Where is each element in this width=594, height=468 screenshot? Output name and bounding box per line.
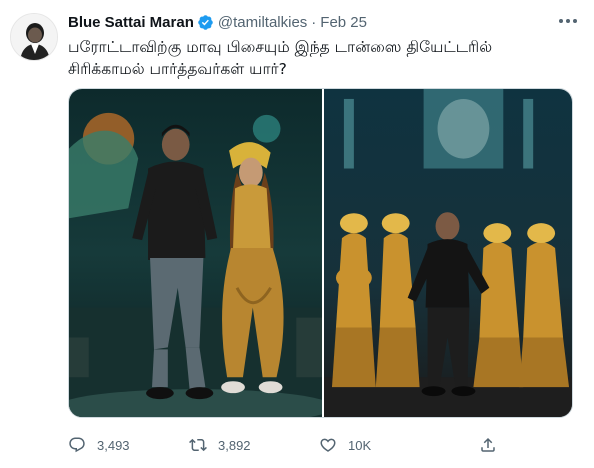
tweet-date[interactable]: Feb 25 xyxy=(320,14,367,31)
reply-icon xyxy=(69,437,85,453)
tweet-text-line: சிரிக்காமல் பார்த்தவர்கள் யார்? xyxy=(68,60,287,78)
reply-button[interactable]: 3,493 xyxy=(68,434,130,456)
retweet-count: 3,892 xyxy=(218,437,251,453)
retweet-button[interactable]: 3,892 xyxy=(189,434,251,456)
media-photo-left[interactable] xyxy=(69,89,324,417)
author-avatar[interactable] xyxy=(10,13,58,61)
tweet-card: Blue Sattai Maran @tamiltalkies · Feb 25… xyxy=(0,0,594,468)
tweet-media[interactable] xyxy=(68,88,573,418)
tweet-text-line: பரோட்டாவிற்கு மாவு பிசையும் இந்த டான்ஸை … xyxy=(68,38,493,56)
like-count: 10K xyxy=(348,437,372,453)
dance-scene-photo-icon xyxy=(69,89,322,417)
share-icon xyxy=(481,437,495,452)
heart-icon xyxy=(320,438,336,452)
author-display-name[interactable]: Blue Sattai Maran xyxy=(68,14,194,31)
tweet-text: பரோட்டாவிற்கு மாவு பிசையும் இந்த டான்ஸை … xyxy=(68,36,568,80)
tweet-header: Blue Sattai Maran @tamiltalkies · Feb 25 xyxy=(68,12,367,32)
like-button[interactable]: 10K xyxy=(319,434,371,456)
group-dance-photo-icon xyxy=(323,89,572,417)
tweet-actions: 3,493 3,892 10K xyxy=(68,434,573,456)
verified-badge-icon xyxy=(197,14,214,31)
retweet-icon xyxy=(189,438,207,452)
author-handle[interactable]: @tamiltalkies xyxy=(218,14,307,31)
reply-count: 3,493 xyxy=(97,437,130,453)
media-photo-right[interactable] xyxy=(323,89,572,417)
share-button[interactable] xyxy=(479,434,508,456)
avatar-image xyxy=(11,14,57,60)
more-options-icon[interactable] xyxy=(554,12,582,30)
header-separator: · xyxy=(311,13,317,31)
